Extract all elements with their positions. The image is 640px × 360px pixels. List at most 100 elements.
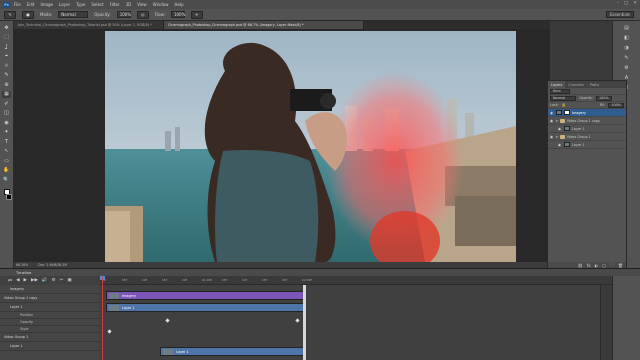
zoom-level[interactable]: 66.26% [16, 263, 28, 267]
menu-filter[interactable]: Filter [110, 2, 120, 7]
timeline-scrollbar[interactable] [600, 285, 612, 360]
crop-tool-icon[interactable]: ⟐ [2, 62, 11, 70]
eyedropper-tool-icon[interactable]: ✎ [2, 72, 11, 80]
eye-icon[interactable]: ◉ [558, 127, 562, 131]
properties-icon[interactable]: ⚙ [622, 64, 631, 71]
lock-fill-row: Lock: 🔒 Fill: 100% [548, 102, 626, 109]
opacity-field[interactable]: 100% [116, 11, 131, 18]
layer-row[interactable]: ◉ Imagery [548, 109, 626, 117]
timeline-ruler[interactable]: 00 05f 10f 15f 20f 01:00f 05f 10f 15f 20… [100, 276, 612, 285]
layer-kind-filter[interactable]: Kind [550, 88, 570, 94]
tab-channels[interactable]: Channels [565, 81, 587, 88]
menu-window[interactable]: Window [153, 2, 169, 7]
menu-layer[interactable]: Layer [59, 2, 70, 7]
history-icon[interactable]: ▤ [622, 24, 631, 31]
layer-fill-field[interactable]: 100% [608, 102, 624, 108]
airbrush-toggle[interactable]: ✈ [190, 10, 203, 19]
eraser-tool-icon[interactable]: ◉ [2, 119, 11, 127]
menu-edit[interactable]: Edit [27, 2, 35, 7]
track-property[interactable]: Opacity [0, 319, 100, 326]
track-header[interactable]: Layer 1 [0, 342, 100, 351]
hand-tool-icon[interactable]: ✋ [2, 167, 11, 175]
brush-tool-icon[interactable]: ▦ [2, 90, 11, 98]
shape-tool-icon[interactable]: ▭ [2, 157, 11, 165]
marquee-tool-icon[interactable]: ⬚ [2, 34, 11, 42]
lock-icon[interactable]: 🔒 [562, 103, 566, 107]
flow-field[interactable]: 100% [170, 11, 185, 18]
pressure-opacity-toggle[interactable]: ◎ [136, 10, 149, 19]
history-brush-tool-icon[interactable]: ◫ [2, 110, 11, 118]
path-select-tool-icon[interactable]: ↖ [2, 148, 11, 156]
menu-select[interactable]: Select [91, 2, 103, 7]
next-frame-icon[interactable]: ▶▶ [31, 278, 38, 283]
track-header[interactable]: Layer 1 [0, 303, 100, 312]
layer-row[interactable]: ◉ ▾ Video Group 1 copy [548, 117, 626, 125]
disclosure-arrow-icon[interactable]: ▾ [556, 135, 558, 139]
layer-opacity-field[interactable]: 100% [595, 95, 612, 101]
eye-icon[interactable]: ◉ [550, 135, 554, 139]
blend-mode-select[interactable]: Normal [550, 95, 576, 101]
first-frame-icon[interactable]: ⏮ [8, 278, 12, 284]
ruler-tick-label: 10f [142, 278, 147, 282]
play-icon[interactable]: ▶ [24, 278, 27, 283]
close-button[interactable]: ✕ [633, 1, 637, 6]
move-tool-icon[interactable]: ✥ [2, 24, 11, 32]
eye-icon[interactable]: ◉ [550, 111, 554, 115]
brush-preset-picker[interactable]: ● [22, 10, 34, 19]
tab-paths[interactable]: Paths [587, 81, 602, 88]
gradient-tool-icon[interactable]: ✦ [2, 129, 11, 137]
workspace-switcher[interactable]: Essentials [605, 11, 634, 18]
tab-layers[interactable]: Layers [548, 81, 566, 88]
keyframe[interactable] [165, 318, 170, 323]
menu-type[interactable]: Type [76, 2, 85, 7]
tool-preset-picker[interactable]: ✎ [4, 10, 16, 19]
menu-file[interactable]: File [14, 2, 21, 7]
mode-select[interactable]: Normal [58, 11, 89, 18]
zoom-tool-icon[interactable]: 🔍 [2, 176, 11, 184]
layer-row[interactable]: ◉ Layer 1 [548, 141, 626, 149]
lasso-tool-icon[interactable]: ʆ [2, 43, 11, 51]
eye-icon[interactable]: ◉ [550, 119, 554, 123]
settings-icon[interactable]: ⚙ [52, 278, 56, 283]
styles-icon[interactable]: ◑ [622, 44, 631, 51]
quick-select-tool-icon[interactable]: ⌖ [2, 53, 11, 61]
video-clip[interactable]: Layer 1 [106, 303, 304, 312]
video-clip[interactable]: Layer 1 [160, 347, 304, 356]
document-canvas-image[interactable] [105, 31, 516, 262]
layer-mask-thumbnail[interactable] [564, 110, 570, 115]
menu-help[interactable]: Help [174, 2, 183, 7]
minimize-button[interactable]: – [617, 1, 619, 6]
track-group-header[interactable]: Video Group 1 copy [0, 294, 100, 303]
maximize-button[interactable]: □ [624, 1, 628, 6]
menu-3d[interactable]: 3D [126, 2, 132, 7]
video-clip[interactable]: Imagery [106, 291, 304, 300]
disclosure-arrow-icon[interactable]: ▾ [556, 119, 558, 123]
track-group-header[interactable]: Video Group 1 [0, 333, 100, 342]
layer-row[interactable]: ◉ Layer 1 [548, 125, 626, 133]
keyframe[interactable] [295, 318, 300, 323]
previous-frame-icon[interactable]: ◀ [16, 278, 19, 283]
timeline-title[interactable]: Timeline [16, 271, 31, 275]
document-tab-active[interactable]: Cinemagraph_Photoshop_Cinemagraph.psd @ … [164, 21, 364, 29]
split-icon[interactable]: ✂ [60, 278, 64, 283]
background-color-swatch[interactable] [5, 193, 12, 200]
keyframe[interactable] [107, 329, 112, 334]
document-tab[interactable]: Join_Technical_Cinemagraph_Photoshop_Tut… [14, 21, 164, 29]
track-property[interactable]: Position [0, 312, 100, 319]
healing-tool-icon[interactable]: ⊕ [2, 81, 11, 89]
clone-stamp-tool-icon[interactable]: ✐ [2, 100, 11, 108]
layer-row[interactable]: ◉ ▾ Video Group 1 [548, 133, 626, 141]
eye-icon[interactable]: ◉ [558, 143, 562, 147]
work-area-end-handle[interactable] [303, 285, 306, 360]
brush-settings-icon[interactable]: ✎ [622, 54, 631, 61]
fill-label: Fill: [599, 103, 606, 107]
type-tool-icon[interactable]: T [2, 138, 11, 146]
track-header[interactable]: Imagery [0, 285, 100, 294]
audio-icon[interactable]: 🔊 [42, 278, 48, 283]
track-property[interactable]: Style [0, 326, 100, 333]
adjustments-icon[interactable]: ◧ [622, 34, 631, 41]
menu-image[interactable]: Image [40, 2, 53, 7]
menu-view[interactable]: View [137, 2, 147, 7]
transition-icon[interactable]: ▣ [67, 278, 71, 283]
ruler-tick-label: 02:00f [302, 278, 312, 282]
